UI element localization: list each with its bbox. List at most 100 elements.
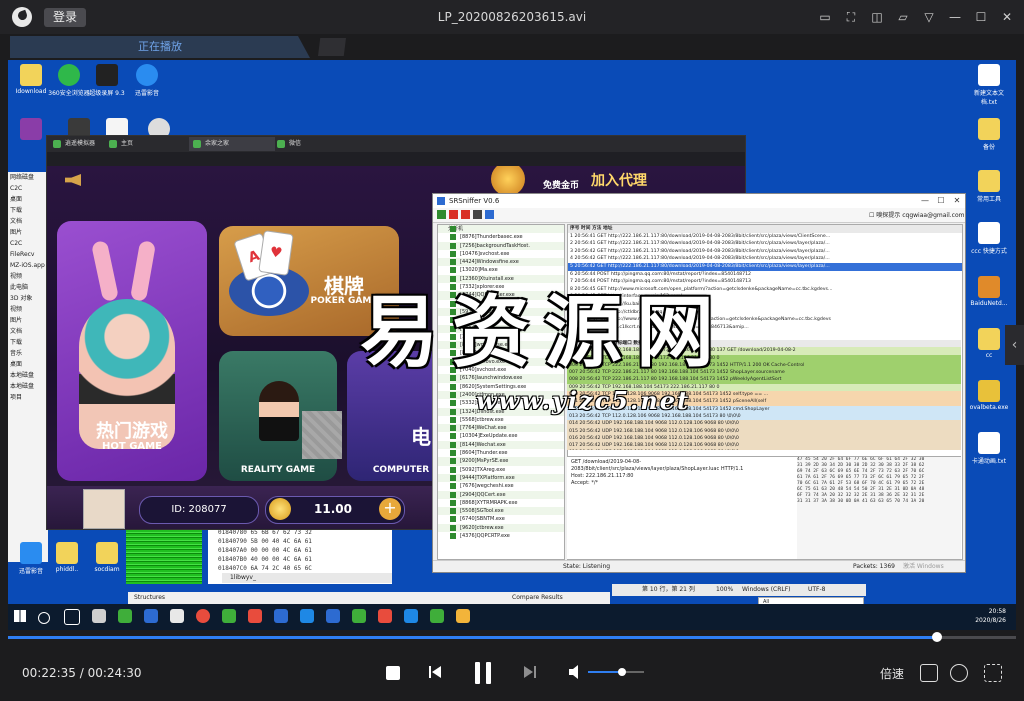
- explorer-item[interactable]: 图片: [8, 315, 48, 326]
- process-row[interactable]: [10476]svchost.exe: [438, 250, 564, 258]
- app-icon[interactable]: [378, 609, 392, 623]
- packet-row[interactable]: 014 20:56:42 UDP 192.168.188.104 9068 11…: [567, 420, 961, 428]
- agent-label[interactable]: 加入代理: [591, 170, 647, 190]
- desktop-icon-cartoon[interactable]: 卡通动画.txt: [966, 432, 1012, 465]
- explorer-item[interactable]: 3D 对象: [8, 293, 48, 304]
- volume-handle[interactable]: [617, 668, 626, 676]
- process-row[interactable]: [5568]ctbrew.exe: [438, 416, 564, 424]
- explorer-item[interactable]: 下载: [8, 337, 48, 348]
- process-row[interactable]: [8868]XYTRMRAPK.exe: [438, 499, 564, 507]
- process-row[interactable]: [8876]Thunderbasec.exe: [438, 233, 564, 241]
- recharge-button[interactable]: +: [379, 498, 401, 520]
- app-icon[interactable]: [118, 609, 132, 623]
- process-row[interactable]: [9200]MsPyrSE.exe: [438, 457, 564, 466]
- explorer-item[interactable]: MZ-iOS.app: [8, 260, 48, 271]
- hex-tab[interactable]: 1libwyv_: [222, 573, 392, 583]
- close-icon[interactable]: ✕: [949, 194, 965, 208]
- next-button[interactable]: [522, 664, 538, 680]
- explorer-item[interactable]: 桌面: [8, 194, 48, 205]
- desktop-icon-baidu[interactable]: BaiduNetd...: [966, 276, 1012, 307]
- explorer-item[interactable]: C2C: [8, 238, 48, 249]
- start-icon[interactable]: [437, 210, 446, 219]
- desktop-icon-ovalbeta[interactable]: ovalbeta.exe: [966, 380, 1012, 411]
- maximize-icon[interactable]: ☐: [933, 194, 949, 208]
- app-icon[interactable]: [300, 609, 314, 623]
- tree-root[interactable]: 分析机: [438, 225, 564, 234]
- minimize-icon[interactable]: —: [917, 194, 933, 208]
- compare-panel[interactable]: Compare Results: [506, 592, 610, 604]
- desktop-icon-new-text[interactable]: 新建文本文档.txt: [966, 64, 1012, 106]
- avatar[interactable]: [83, 489, 125, 529]
- speaker-icon[interactable]: [65, 174, 81, 186]
- task-view-icon[interactable]: [64, 609, 80, 625]
- mini-mode-icon[interactable]: ▭: [816, 8, 834, 26]
- volume-button[interactable]: [568, 664, 582, 680]
- emulator-tab[interactable]: 余家之家: [189, 137, 275, 151]
- explorer-item[interactable]: 视频: [8, 271, 48, 282]
- app-icon[interactable]: [92, 609, 106, 623]
- sniff-alert-checkbox[interactable]: ☐ 嗅探提示 cqgwiaa@gmail.com: [869, 210, 964, 219]
- explorer-item[interactable]: 本地磁盘: [8, 370, 48, 381]
- settings-icon[interactable]: [950, 664, 968, 682]
- app-icon[interactable]: [274, 609, 288, 623]
- request-row[interactable]: 3 20:56:42 GET http://222.186.21.117:80/…: [568, 248, 962, 256]
- desktop-icon-socdiam[interactable]: socdiam: [84, 542, 130, 573]
- explorer-item[interactable]: C2C: [8, 183, 48, 194]
- explorer-item[interactable]: 下载: [8, 205, 48, 216]
- volume-slider[interactable]: [588, 668, 644, 676]
- explorer-item[interactable]: 文档: [8, 326, 48, 337]
- app-icon[interactable]: [326, 609, 340, 623]
- explorer-item[interactable]: 音乐: [8, 348, 48, 359]
- app-icon[interactable]: [456, 609, 470, 623]
- process-row[interactable]: [6740]SBNTM.exe: [438, 515, 564, 523]
- windows-start-icon[interactable]: [14, 610, 26, 622]
- seek-bar[interactable]: [8, 632, 1016, 642]
- process-row[interactable]: [7764]WeChat.exe: [438, 424, 564, 433]
- wechat-icon[interactable]: [352, 609, 366, 623]
- app-icon[interactable]: [248, 609, 262, 623]
- chrome-icon[interactable]: [196, 609, 210, 623]
- pause-button[interactable]: [472, 660, 494, 686]
- app-icon[interactable]: [170, 609, 184, 623]
- emulator-tab[interactable]: 主页: [105, 137, 181, 151]
- process-row[interactable]: [7256]backgroundTaskHost.: [438, 241, 564, 250]
- process-row[interactable]: [8604]Thunder.exe: [438, 449, 564, 457]
- minimize-icon[interactable]: —: [946, 8, 964, 26]
- explorer-item[interactable]: 图片: [8, 227, 48, 238]
- explorer-item[interactable]: 此电脑: [8, 282, 48, 293]
- app-icon[interactable]: [144, 609, 158, 623]
- packet-row[interactable]: 018 20:56:42 UDP 192.168.188.104 9068 11…: [567, 449, 961, 450]
- folder-icon[interactable]: ▱: [894, 8, 912, 26]
- add-tab-button[interactable]: [318, 38, 346, 56]
- emulator-tab[interactable]: 微信: [273, 137, 339, 151]
- structures-panel[interactable]: Structures: [128, 592, 508, 604]
- desktop-icon-backup[interactable]: 备份: [966, 118, 1012, 151]
- process-row[interactable]: [7676]wegcheshi.exe: [438, 482, 564, 490]
- packet-row[interactable]: 017 20:56:42 UDP 192.168.188.104 9068 11…: [567, 442, 961, 450]
- explorer-item[interactable]: 网络磁盘: [8, 172, 48, 183]
- hot-game-card[interactable]: 热门游戏 HOT GAME: [57, 221, 207, 481]
- explorer-item[interactable]: FileRecv: [8, 249, 48, 260]
- process-row[interactable]: [4424]Windowsfine.exe: [438, 258, 564, 267]
- video-frame[interactable]: Idownload 360安全浏览器 超级录屏 9.3 迅雷影音 网络磁盘 C2…: [8, 60, 1016, 630]
- explorer-item[interactable]: 项目: [8, 392, 48, 403]
- process-row[interactable]: [8144]Wechat.exe: [438, 440, 564, 450]
- process-row[interactable]: [10304]ExeUpdate.exe: [438, 432, 564, 440]
- process-row[interactable]: [9444]TXPlatform.exe: [438, 473, 564, 483]
- tab-now-playing[interactable]: 正在播放: [10, 36, 310, 58]
- process-row[interactable]: [2904]QQCert.exe: [438, 490, 564, 499]
- process-row[interactable]: [5508]SGTool.exe: [438, 507, 564, 516]
- explorer-item[interactable]: 桌面: [8, 359, 48, 370]
- stop-icon[interactable]: [449, 210, 458, 219]
- free-coins-label[interactable]: 免费金币: [543, 178, 579, 191]
- process-row[interactable]: [5092]TXAreg.exe: [438, 466, 564, 474]
- desktop-icon-tools[interactable]: 常用工具: [966, 170, 1012, 203]
- request-row[interactable]: 2 20:56:41 GET http://222.186.21.117:80/…: [568, 240, 962, 248]
- maximize-icon[interactable]: ☐: [972, 8, 990, 26]
- android-icon[interactable]: [222, 609, 236, 623]
- request-row[interactable]: 4 20:56:42 GET http://222.186.21.117:80/…: [568, 255, 962, 263]
- chevron-left-icon[interactable]: ‹: [1005, 325, 1024, 365]
- desktop-icon-thunder-player[interactable]: 迅雷影音: [124, 64, 170, 97]
- system-clock[interactable]: 20:58 2020/8/26: [975, 607, 1006, 625]
- search-icon[interactable]: [38, 612, 50, 624]
